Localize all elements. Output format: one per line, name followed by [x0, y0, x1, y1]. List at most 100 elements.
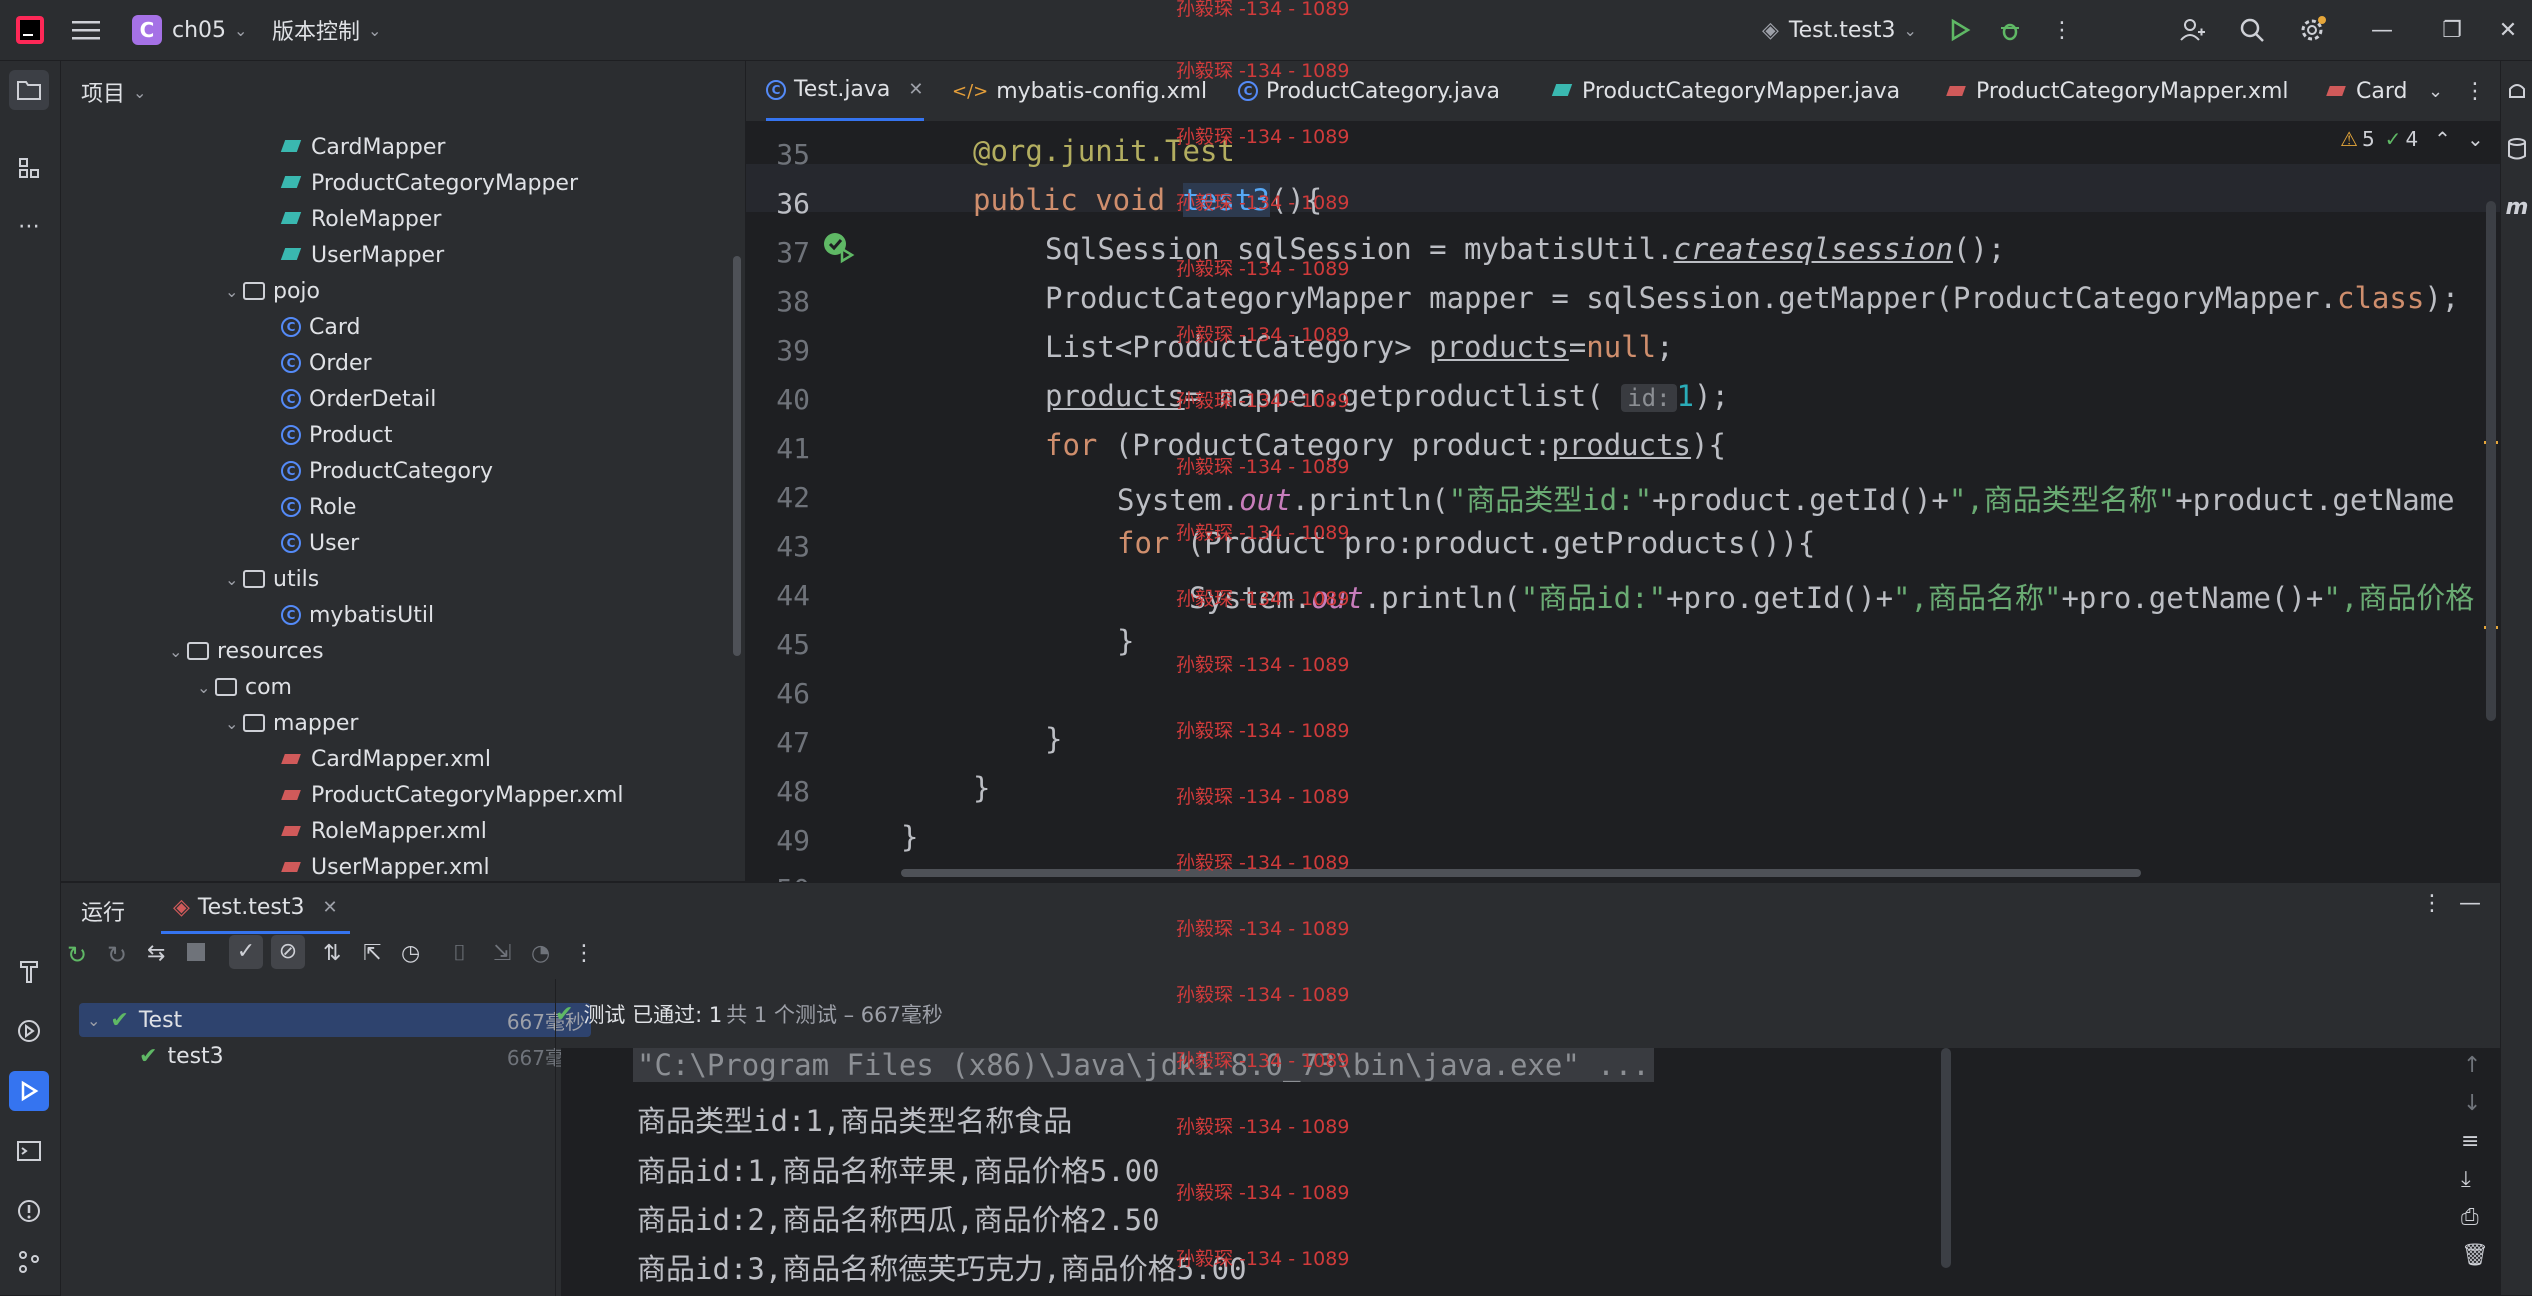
project-selector[interactable]: C ch05 ⌄	[132, 0, 247, 60]
chevron-up-icon[interactable]: ⌃	[2434, 127, 2451, 151]
rerun-failed-icon[interactable]: ↻	[107, 941, 127, 969]
console-output[interactable]: "C:\Program Files (x86)\Java\jdk1.8.0_73…	[561, 1048, 2500, 1296]
app-logo-icon[interactable]	[14, 0, 46, 60]
editor-h-scrollbar[interactable]	[901, 869, 2141, 877]
export-icon[interactable]: ⇲	[493, 941, 511, 966]
tab-product-category-mapper-java[interactable]: ProductCategoryMapper.java	[1552, 61, 1900, 121]
tree-item[interactable]: ⌄ com	[197, 669, 292, 705]
more-tools-icon[interactable]: ⋯	[9, 206, 49, 246]
database-icon[interactable]	[2497, 129, 2532, 169]
tree-item[interactable]: C Order	[281, 345, 372, 381]
tree-item[interactable]: ⌄ resources	[169, 633, 324, 669]
code-line[interactable]: products= mapper.getproductlist( id: 1);	[1045, 379, 1729, 413]
tab-mybatis-config[interactable]: </> mybatis-config.xml	[952, 61, 1207, 121]
tree-item[interactable]: ⌄ mapper	[225, 705, 358, 741]
scroll-down-icon[interactable]: ↓	[2463, 1091, 2481, 1116]
soft-wrap-icon[interactable]: ≡	[2461, 1129, 2479, 1154]
tab-test-java[interactable]: C Test.java ✕	[766, 61, 924, 121]
build-icon[interactable]	[9, 951, 49, 991]
project-folder-icon[interactable]	[9, 70, 49, 110]
editor-v-scrollbar[interactable]	[2486, 201, 2496, 721]
more-actions-icon[interactable]: ⋮	[2042, 10, 2082, 50]
chevron-down-icon[interactable]: ⌄	[2467, 127, 2484, 151]
sort-icon[interactable]: ⇅	[323, 941, 341, 966]
minimize-icon[interactable]: —	[2362, 10, 2402, 50]
notifications-icon[interactable]	[2497, 71, 2532, 111]
chevron-down-icon[interactable]: ⌄	[225, 282, 243, 301]
code-line[interactable]: }	[1117, 624, 1134, 658]
tree-item[interactable]: CardMapper.xml	[281, 741, 491, 777]
tree-item[interactable]: C Product	[281, 417, 393, 453]
scroll-to-end-icon[interactable]: ⤓	[2461, 1167, 2471, 1192]
toggle-auto-test-icon[interactable]: ⇆	[147, 941, 165, 966]
history-icon[interactable]: ◷	[401, 941, 420, 966]
tree-item[interactable]: ProductCategoryMapper	[281, 165, 578, 201]
run-icon[interactable]	[1940, 10, 1980, 50]
coverage-icon[interactable]: ◔	[531, 941, 550, 966]
tree-item[interactable]: CardMapper	[281, 129, 445, 165]
terminal-icon[interactable]	[9, 1131, 49, 1171]
rerun-icon[interactable]: ↻	[67, 941, 87, 969]
close-icon[interactable]: ✕	[908, 79, 923, 100]
tab-card[interactable]: Card	[2326, 61, 2410, 121]
chevron-down-icon[interactable]: ⌄	[87, 1011, 100, 1030]
tab-product-category-mapper-xml[interactable]: ProductCategoryMapper.xml	[1946, 61, 2289, 121]
trash-icon[interactable]: 🗑	[2461, 1243, 2489, 1268]
tree-item[interactable]: ⌄ utils	[225, 561, 319, 597]
structure-icon[interactable]	[9, 148, 49, 188]
test-tree-row[interactable]: ✔ test3 667毫秒	[79, 1039, 591, 1073]
more-icon[interactable]: ⋮	[573, 941, 595, 966]
services-icon[interactable]	[9, 1011, 49, 1051]
search-icon[interactable]	[2232, 10, 2272, 50]
chevron-down-icon[interactable]: ⌄	[225, 714, 243, 733]
code-line[interactable]: }	[901, 820, 918, 854]
tree-item[interactable]: C Role	[281, 489, 356, 525]
settings-icon[interactable]	[2292, 10, 2332, 50]
main-menu-icon[interactable]	[72, 0, 100, 60]
print-icon[interactable]: ⎙	[2461, 1205, 2479, 1230]
debug-icon[interactable]	[1990, 10, 2030, 50]
chevron-down-icon[interactable]: ⌄	[197, 678, 215, 697]
console-scrollbar[interactable]	[1941, 1048, 1951, 1268]
vcs-selector[interactable]: 版本控制 ⌄	[272, 0, 381, 60]
run-tab[interactable]: ◈ Test.test3 ✕	[161, 883, 350, 934]
problems-icon[interactable]	[9, 1191, 49, 1231]
chevron-down-icon[interactable]: ⌄	[169, 642, 187, 661]
tree-item[interactable]: UserMapper	[281, 237, 444, 273]
tabs-dropdown-icon[interactable]: ⌄	[2428, 61, 2443, 121]
chevron-down-icon[interactable]: ⌄	[225, 570, 243, 589]
tree-item[interactable]: C OrderDetail	[281, 381, 436, 417]
tree-item[interactable]: C User	[281, 525, 359, 561]
tree-item[interactable]: RoleMapper	[281, 201, 441, 237]
restore-icon[interactable]: ❐	[2432, 10, 2472, 50]
code-line[interactable]: List<ProductCategory> products=null;	[1045, 330, 1674, 364]
run-test-gutter-icon[interactable]	[822, 231, 856, 271]
code-line[interactable]: }	[1045, 722, 1062, 756]
inspection-widget[interactable]: ⚠ 5 ✓ 4 ⌃ ⌄	[2340, 127, 2484, 151]
code-line[interactable]: }	[973, 771, 990, 805]
scroll-up-icon[interactable]: ↑	[2463, 1053, 2481, 1078]
project-scrollbar[interactable]	[733, 256, 741, 656]
tree-item[interactable]: C ProductCategory	[281, 453, 493, 489]
tree-item[interactable]: ProductCategoryMapper.xml	[281, 777, 624, 813]
code-line[interactable]: System.out.println("商品类型id:"+product.get…	[1117, 477, 2455, 519]
add-user-icon[interactable]	[2172, 10, 2212, 50]
code-line[interactable]: for (ProductCategory product:products){	[1045, 428, 1726, 462]
test-tree-row[interactable]: ⌄ ✔ Test 667毫秒	[79, 1003, 591, 1037]
show-ignored-icon[interactable]: ⊘	[271, 935, 305, 969]
tree-item[interactable]: ⌄ pojo	[225, 273, 320, 309]
tree-item[interactable]: RoleMapper.xml	[281, 813, 487, 849]
hide-panel-icon[interactable]: —	[2459, 891, 2481, 916]
more-options-icon[interactable]: ⋮	[2421, 891, 2443, 916]
show-passed-icon[interactable]: ✓	[229, 935, 263, 969]
project-panel-header[interactable]: 项目 ⌄	[61, 61, 745, 123]
stop-icon[interactable]	[187, 943, 205, 961]
close-icon[interactable]: ✕	[2488, 10, 2528, 50]
git-icon[interactable]	[9, 1241, 49, 1281]
tree-item[interactable]: UserMapper.xml	[281, 849, 490, 885]
screenshot-icon[interactable]: ⌷	[453, 941, 466, 966]
tree-item[interactable]: C mybatisUtil	[281, 597, 434, 633]
tree-item[interactable]: C Card	[281, 309, 360, 345]
run-config-selector[interactable]: ◈ Test.test3 ⌄	[1762, 0, 1917, 60]
tabs-more-icon[interactable]: ⋮	[2464, 61, 2486, 121]
